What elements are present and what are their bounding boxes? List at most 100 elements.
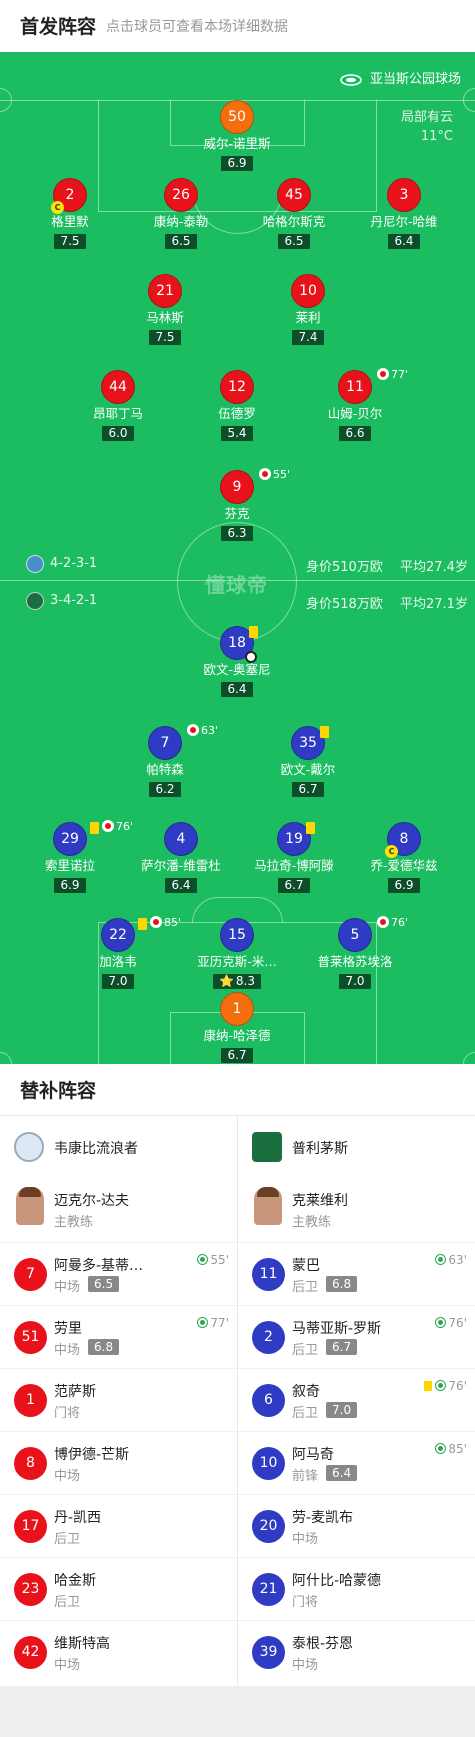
player-name: 索里诺拉 (44, 858, 95, 873)
sub-player-row[interactable]: 42 维斯特高 中场 (0, 1620, 237, 1683)
away-subs-column: 普利茅斯 克莱维利 主教练 11 蒙巴 后卫 6.8 63' 2 马蒂亚斯-罗斯 后卫 6.7 7… (238, 1116, 475, 1683)
sub-player-row[interactable]: 51 劳里 中场 6.8 77' (0, 1305, 237, 1368)
player-position: 中场 (54, 1469, 81, 1484)
player-name: 马林斯 (146, 310, 184, 325)
sub-on-icon: 77' (197, 1316, 229, 1330)
player-rating: 6.7 (326, 1339, 358, 1355)
player-position: 中场 (54, 1343, 81, 1358)
player-position: 后卫 (54, 1532, 81, 1547)
corner-arc (463, 88, 475, 112)
lineup-subtitle: 点击球员可查看本场详细数据 (106, 19, 288, 35)
shirt-number: 7 (14, 1258, 47, 1291)
shirt-number: 20 (252, 1510, 285, 1543)
player-name: 泰根-芬恩 (292, 1636, 354, 1652)
sub-player-row[interactable]: 21 阿什比-哈蒙德 门将 (238, 1557, 475, 1620)
home-team-summary: 4-2-3-1 身价510万欧 平均27.4岁 (0, 555, 475, 575)
yellow-card-icon (320, 726, 329, 738)
shirt-number: 9 (220, 470, 254, 504)
player-card[interactable]: 11 77' 山姆-贝尔 6.6 (295, 368, 415, 441)
home-team-header[interactable]: 韦康比流浪者 (0, 1116, 237, 1179)
shirt-number: 50 (220, 100, 254, 134)
player-card[interactable]: 9 55' 芬克 6.3 (177, 468, 297, 541)
player-card[interactable]: 15 亚历克斯-米… ⭐ 8.3 (177, 918, 297, 989)
player-name: 丹尼尔-哈维 (370, 214, 438, 229)
player-rating: 7.5 (149, 330, 181, 345)
shirt-number: 23 (14, 1573, 47, 1606)
player-name: 威尔-诺里斯 (203, 136, 271, 151)
player-card[interactable]: 29 76' 索里诺拉 6.9 (10, 820, 133, 893)
player-card[interactable]: 50 威尔-诺里斯 6.9 (177, 100, 297, 171)
sub-player-row[interactable]: 7 阿曼多-基蒂… 中场 6.5 55' (0, 1242, 237, 1305)
away-team-header[interactable]: 普利茅斯 (238, 1116, 475, 1179)
sub-player-row[interactable]: 17 丹-凯西 后卫 (0, 1494, 237, 1557)
shirt-number: 5 (338, 918, 372, 952)
shirt-number: 4 (164, 822, 198, 856)
player-card[interactable]: 2 C 格里默 7.5 (10, 178, 130, 249)
coach-row[interactable]: 迈克尔-达夫 主教练 (0, 1179, 237, 1242)
venue: 亚当斯公园球场 (340, 68, 461, 87)
coach-row[interactable]: 克莱维利 主教练 (238, 1179, 475, 1242)
player-rating-value: 8.3 (235, 974, 256, 988)
corner-arc (463, 1052, 475, 1064)
player-card[interactable]: 10 莱利 7.4 (248, 274, 368, 345)
yellow-card-icon (138, 918, 147, 930)
player-card[interactable]: 8 C 乔-爱德华兹 6.9 (344, 822, 464, 893)
sub-on-icon: 76' (435, 1316, 467, 1330)
player-card[interactable]: 4 萨尔潘-维雷杜 6.4 (121, 822, 241, 893)
goal-ball-icon (245, 651, 257, 663)
shirt-number: 18 (228, 635, 246, 651)
player-name: 蒙巴 (292, 1258, 320, 1274)
sub-player-row[interactable]: 1 范萨斯 门将 (0, 1368, 237, 1431)
sub-player-row[interactable]: 11 蒙巴 后卫 6.8 63' (238, 1242, 475, 1305)
player-name: 哈格尔斯克 (262, 214, 326, 229)
shirt-number: 1 (14, 1384, 47, 1417)
player-card[interactable]: 1 康纳-哈泽德 6.7 (177, 992, 297, 1063)
sub-player-row[interactable]: 2 马蒂亚斯-罗斯 后卫 6.7 76' (238, 1305, 475, 1368)
player-rating: 7.0 (102, 974, 134, 989)
player-card[interactable]: 7 63' 帕特森 6.2 (105, 724, 225, 797)
home-market-value: 身价510万欧 (306, 560, 383, 575)
shirt-number: 39 (252, 1636, 285, 1669)
player-card[interactable]: 26 康纳-泰勒 6.5 (121, 178, 241, 249)
player-card[interactable]: 3 丹尼尔-哈维 6.4 (344, 178, 464, 249)
corner-arc (0, 88, 12, 112)
sub-player-row[interactable]: 10 阿马奇 前锋 6.4 85' (238, 1431, 475, 1494)
sub-player-row[interactable]: 39 泰根-芬恩 中场 (238, 1620, 475, 1683)
weather-text: 局部有云 (400, 110, 453, 125)
star-icon: ⭐ (218, 974, 234, 988)
player-name: 哈金斯 (54, 1573, 96, 1589)
player-card[interactable]: 21 马林斯 7.5 (105, 274, 225, 345)
team-name: 韦康比流浪者 (54, 1141, 138, 1157)
sub-player-row[interactable]: 6 叙奇 后卫 7.0 76' (238, 1368, 475, 1431)
player-name: 普莱格苏埃洛 (317, 954, 393, 969)
away-avg-age: 平均27.1岁 (400, 597, 468, 612)
player-card[interactable]: 22 85' 加洛韦 7.0 (58, 916, 181, 989)
player-position: 后卫 (54, 1595, 81, 1610)
captain-icon: C (385, 845, 398, 858)
player-name: 马拉奇-博阿滕 (254, 858, 334, 873)
sub-player-row[interactable]: 8 博伊德-芒斯 中场 (0, 1431, 237, 1494)
player-card[interactable]: 5 76' 普莱格苏埃洛 7.0 (295, 916, 415, 989)
player-card[interactable]: 18 欧文-奥塞尼 6.4 (177, 626, 297, 697)
player-card[interactable]: 35 欧文-戴尔 6.7 (248, 726, 368, 797)
yellow-card-icon (424, 1380, 433, 1391)
shirt-number: 11 (338, 370, 372, 404)
player-rating: 6.7 (221, 1048, 253, 1063)
player-rating: 6.9 (221, 156, 253, 171)
player-position: 后卫 (292, 1343, 319, 1358)
player-name: 山姆-贝尔 (327, 406, 383, 421)
player-name: 叙奇 (292, 1384, 320, 1400)
player-card[interactable]: 44 昂耶丁马 6.0 (58, 370, 178, 441)
player-card[interactable]: 12 伍德罗 5.4 (177, 370, 297, 441)
player-rating: 6.9 (54, 878, 86, 893)
player-name: 丹-凯西 (54, 1510, 102, 1526)
player-rating: 5.4 (221, 426, 253, 441)
player-name: 阿什比-哈蒙德 (292, 1573, 382, 1589)
sub-player-row[interactable]: 23 哈金斯后卫 (0, 1557, 237, 1620)
sub-minute: 77' (210, 1316, 229, 1330)
sub-player-row[interactable]: 20 劳-麦凯布 中场 (238, 1494, 475, 1557)
player-rating: 7.5 (54, 234, 86, 249)
player-card[interactable]: 45 哈格尔斯克 6.5 (234, 178, 354, 249)
shirt-number: 44 (101, 370, 135, 404)
player-card[interactable]: 19 马拉奇-博阿滕 6.7 (234, 822, 354, 893)
